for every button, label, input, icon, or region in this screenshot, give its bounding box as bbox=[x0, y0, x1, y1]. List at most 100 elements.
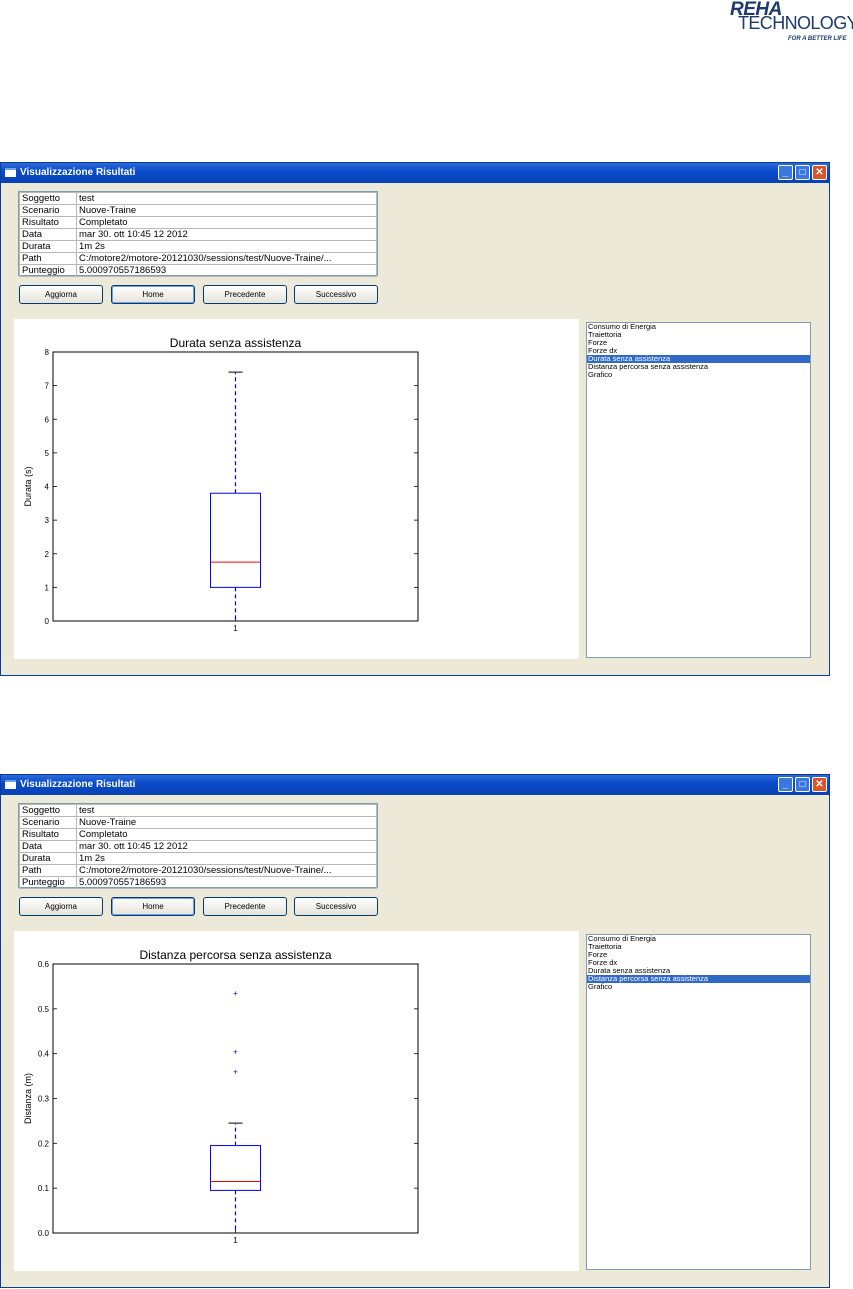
info-key: Punteggio bbox=[19, 264, 77, 277]
metric-list-item[interactable]: Distanza percorsa senza assistenza bbox=[587, 363, 810, 371]
home-button[interactable]: Home bbox=[111, 285, 195, 304]
logo-sub: TECHNOLOGY bbox=[738, 13, 853, 33]
home-button[interactable]: Home bbox=[111, 897, 195, 916]
info-row: Scenario Nuove-Traine bbox=[19, 816, 377, 829]
info-key: Punteggio bbox=[19, 876, 77, 889]
info-value: test bbox=[76, 804, 377, 817]
y-axis-label: Durata (s) bbox=[23, 466, 33, 506]
metric-list-item[interactable]: Grafico bbox=[587, 371, 810, 379]
info-key: Path bbox=[19, 252, 77, 265]
next-button[interactable]: Successivo bbox=[294, 285, 378, 304]
close-window-button[interactable]: ✕ bbox=[812, 165, 827, 180]
logo-tagline: FOR A BETTER LIFE bbox=[788, 36, 847, 42]
info-key: Path bbox=[19, 864, 77, 877]
metric-list-item[interactable]: Forze dx bbox=[587, 959, 810, 967]
info-row: Durata 1m 2s bbox=[19, 852, 377, 865]
window-icon bbox=[5, 780, 16, 789]
window-icon bbox=[5, 168, 16, 177]
metric-list-item[interactable]: Forze bbox=[587, 339, 810, 347]
info-row: Risultato Completato bbox=[19, 828, 377, 841]
info-row: Risultato Completato bbox=[19, 216, 377, 229]
y-tick-label: 0.4 bbox=[38, 1050, 50, 1059]
info-key: Risultato bbox=[19, 828, 77, 841]
y-tick-label: 5 bbox=[45, 449, 50, 458]
info-value: Completato bbox=[76, 828, 377, 841]
info-key: Soggetto bbox=[19, 804, 77, 817]
metric-list-item[interactable]: Distanza percorsa senza assistenza bbox=[587, 975, 810, 983]
session-info-table: Soggetto test Scenario Nuove-Traine Risult… bbox=[18, 803, 378, 889]
metric-list-item[interactable]: Traiettoria bbox=[587, 331, 810, 339]
boxplot-chart: Distanza percorsa senza assistenza Distan… bbox=[23, 948, 419, 1245]
maximize-button[interactable]: □ bbox=[795, 777, 810, 792]
maximize-button[interactable]: □ bbox=[795, 165, 810, 180]
info-row: Scenario Nuove-Traine bbox=[19, 204, 377, 217]
info-value: 5.000970557186593 bbox=[76, 876, 377, 889]
y-tick-label: 0.0 bbox=[38, 1229, 50, 1238]
chart-title: Durata senza assistenza bbox=[170, 336, 302, 350]
info-row: Data mar 30. ott 10:45 12 2012 bbox=[19, 228, 377, 241]
info-row: Soggetto test bbox=[19, 804, 377, 817]
info-value: 5.000970557186593 bbox=[76, 264, 377, 277]
metric-list[interactable]: Consumo di Energia Traiettoria Forze Forze … bbox=[586, 322, 811, 658]
y-tick-label: 0.1 bbox=[38, 1184, 50, 1193]
info-row: Soggetto test bbox=[19, 192, 377, 205]
y-tick-label: 1 bbox=[45, 583, 50, 592]
next-button[interactable]: Successivo bbox=[294, 897, 378, 916]
y-tick-label: 6 bbox=[45, 415, 50, 424]
info-value: C:/motore2/motore-20121030/sessions/test… bbox=[76, 252, 377, 265]
metric-list-item[interactable]: Consumo di Energia bbox=[587, 323, 810, 331]
info-key: Data bbox=[19, 228, 77, 241]
boxplot-chart: Durata senza assistenza Durata (s) 0 1 2 3 4 5 6… bbox=[23, 336, 419, 633]
info-value: mar 30. ott 10:45 12 2012 bbox=[76, 228, 377, 241]
title-bar[interactable]: Visualizzazione Risultati _ □ ✕ bbox=[1, 775, 829, 795]
info-key: Data bbox=[19, 840, 77, 853]
minimize-button[interactable]: _ bbox=[778, 165, 793, 180]
y-tick-label: 0.2 bbox=[38, 1139, 50, 1148]
window-title: Visualizzazione Risultati bbox=[20, 167, 136, 178]
y-tick-label: 0.3 bbox=[38, 1095, 50, 1104]
metric-list-item[interactable]: Forze dx bbox=[587, 347, 810, 355]
info-key: Scenario bbox=[19, 816, 77, 829]
reha-technology-logo: REHA TECHNOLOGY FOR A BETTER LIFE bbox=[728, 0, 853, 50]
metric-list-item[interactable]: Grafico bbox=[587, 983, 810, 991]
plot-panel: Distanza percorsa senza assistenza Distan… bbox=[14, 931, 579, 1271]
outlier-marker: + bbox=[233, 989, 238, 998]
results-window-1: Visualizzazione Risultati _ □ ✕ Soggetto… bbox=[0, 162, 830, 676]
info-row: Path C:/motore2/motore-20121030/sessions/… bbox=[19, 864, 377, 877]
info-value: mar 30. ott 10:45 12 2012 bbox=[76, 840, 377, 853]
plot-panel: Durata senza assistenza Durata (s) 0 1 2 3 4 5 6… bbox=[14, 319, 579, 659]
metric-list[interactable]: Consumo di Energia Traiettoria Forze Forze … bbox=[586, 934, 811, 1270]
info-value: C:/motore2/motore-20121030/sessions/test… bbox=[76, 864, 377, 877]
minimize-button[interactable]: _ bbox=[778, 777, 793, 792]
metric-list-item[interactable]: Durata senza assistenza bbox=[587, 355, 810, 363]
session-info-table: Soggetto test Scenario Nuove-Traine Risult… bbox=[18, 191, 378, 277]
y-tick-label: 7 bbox=[45, 382, 50, 391]
outlier-marker: + bbox=[233, 1047, 238, 1056]
info-key: Soggetto bbox=[19, 192, 77, 205]
y-tick-label: 4 bbox=[45, 483, 50, 492]
window-title: Visualizzazione Risultati bbox=[20, 779, 136, 790]
info-value: test bbox=[76, 192, 377, 205]
previous-button[interactable]: Precedente bbox=[203, 897, 287, 916]
refresh-button[interactable]: Aggiorna bbox=[19, 285, 103, 304]
y-tick-label: 0.5 bbox=[38, 1005, 50, 1014]
y-axis-label: Distanza (m) bbox=[23, 1073, 33, 1124]
refresh-button[interactable]: Aggiorna bbox=[19, 897, 103, 916]
close-window-button[interactable]: ✕ bbox=[812, 777, 827, 792]
y-tick-label: 8 bbox=[45, 348, 50, 357]
info-row: Punteggio 5.000970557186593 bbox=[19, 876, 377, 889]
x-tick-label: 1 bbox=[233, 1236, 238, 1245]
previous-button[interactable]: Precedente bbox=[203, 285, 287, 304]
info-row: Punteggio 5.000970557186593 bbox=[19, 264, 377, 277]
info-row: Data mar 30. ott 10:45 12 2012 bbox=[19, 840, 377, 853]
info-value: 1m 2s bbox=[76, 852, 377, 865]
title-bar[interactable]: Visualizzazione Risultati _ □ ✕ bbox=[1, 163, 829, 183]
info-value: Completato bbox=[76, 216, 377, 229]
x-tick-label: 1 bbox=[233, 624, 238, 633]
metric-list-item[interactable]: Forze bbox=[587, 951, 810, 959]
info-key: Durata bbox=[19, 240, 77, 253]
metric-list-item[interactable]: Durata senza assistenza bbox=[587, 967, 810, 975]
metric-list-item[interactable]: Traiettoria bbox=[587, 943, 810, 951]
metric-list-item[interactable]: Consumo di Energia bbox=[587, 935, 810, 943]
info-row: Path C:/motore2/motore-20121030/sessions/… bbox=[19, 252, 377, 265]
